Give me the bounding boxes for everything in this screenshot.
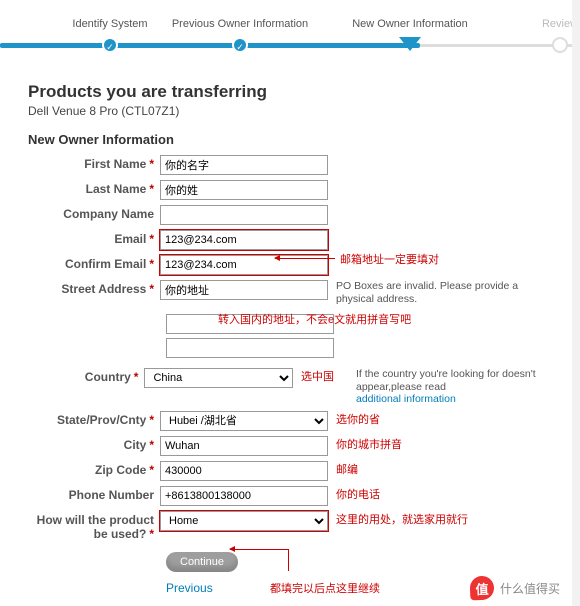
label-phone: Phone Number: [69, 488, 154, 502]
po-box-note: PO Boxes are invalid. Please provide a p…: [328, 280, 538, 305]
watermark: 值 什么值得买: [470, 576, 560, 600]
arrow-line: [288, 549, 289, 571]
watermark-text: 什么值得买: [500, 580, 560, 597]
step-previous-owner[interactable]: Previous Owner Information ✓: [160, 18, 320, 53]
phone-input[interactable]: [160, 486, 328, 506]
street-input[interactable]: [160, 280, 328, 300]
additional-info-link[interactable]: additional information: [356, 393, 456, 405]
email-input[interactable]: [160, 230, 328, 250]
annotation-state: 选你的省: [328, 411, 380, 427]
label-city: City: [124, 438, 147, 452]
label-country: Country: [85, 370, 131, 384]
check-icon: ✓: [232, 37, 248, 53]
watermark-badge-icon: 值: [470, 576, 495, 601]
step-label: Identify System: [72, 18, 147, 30]
arrow-icon: [230, 549, 288, 550]
label-state: State/Prov/Cnty: [57, 413, 146, 427]
label-zip: Zip Code: [95, 463, 146, 477]
required-icon: *: [149, 438, 154, 452]
required-icon: *: [149, 527, 154, 541]
previous-link[interactable]: Previous: [166, 581, 213, 595]
arrow-icon: [275, 258, 335, 259]
label-usage: How will the product be used?: [37, 513, 154, 541]
label-first-name: First Name: [84, 157, 146, 171]
annotation-country: 选中国: [293, 368, 334, 384]
annotation-phone: 你的电话: [328, 486, 380, 502]
step-review[interactable]: Review: [480, 18, 580, 53]
required-icon: *: [149, 182, 154, 196]
required-icon: *: [134, 370, 139, 384]
check-icon: ✓: [102, 37, 118, 53]
label-last-name: Last Name: [86, 182, 147, 196]
annotation-usage: 这里的用处，就选家用就行: [328, 511, 468, 527]
required-icon: *: [149, 413, 154, 427]
city-input[interactable]: [160, 436, 328, 456]
required-icon: *: [149, 463, 154, 477]
step-label: New Owner Information: [352, 18, 468, 30]
required-icon: *: [149, 232, 154, 246]
annotation-street: 转入国内的地址，不会e文就用拼音写吧: [218, 311, 411, 327]
country-select[interactable]: China: [144, 368, 293, 388]
page-title: Products you are transferring: [28, 82, 544, 102]
annotation-continue: 都填完以后点这里继续: [216, 583, 380, 595]
street-input-3[interactable]: [166, 338, 334, 358]
required-icon: *: [149, 282, 154, 296]
step-new-owner[interactable]: New Owner Information: [330, 18, 490, 51]
label-confirm-email: Confirm Email: [65, 257, 146, 271]
annotation-city: 你的城市拼音: [328, 436, 402, 452]
step-label: Previous Owner Information: [172, 18, 308, 30]
usage-select[interactable]: Home: [160, 511, 328, 531]
step-label: Review: [542, 18, 578, 30]
country-hint: If the country you're looking for doesn'…: [356, 368, 536, 393]
last-name-input[interactable]: [160, 180, 328, 200]
zip-input[interactable]: [160, 461, 328, 481]
label-street: Street Address: [61, 282, 146, 296]
annotation-zip: 邮编: [328, 461, 358, 477]
state-select[interactable]: Hubei /湖北省: [160, 411, 328, 431]
step-dot-icon: [552, 37, 568, 53]
section-heading: New Owner Information: [28, 132, 544, 147]
required-icon: *: [149, 157, 154, 171]
progress-steps: Identify System ✓ Previous Owner Informa…: [0, 8, 572, 68]
first-name-input[interactable]: [160, 155, 328, 175]
current-step-icon: [399, 37, 421, 51]
product-name: Dell Venue 8 Pro (CTL07Z1): [28, 104, 544, 118]
continue-button[interactable]: Continue: [166, 552, 238, 572]
label-company: Company Name: [63, 207, 154, 221]
label-email: Email: [114, 232, 146, 246]
annotation-email: 邮箱地址一定要填对: [340, 251, 439, 267]
required-icon: *: [149, 257, 154, 271]
company-input[interactable]: [160, 205, 328, 225]
